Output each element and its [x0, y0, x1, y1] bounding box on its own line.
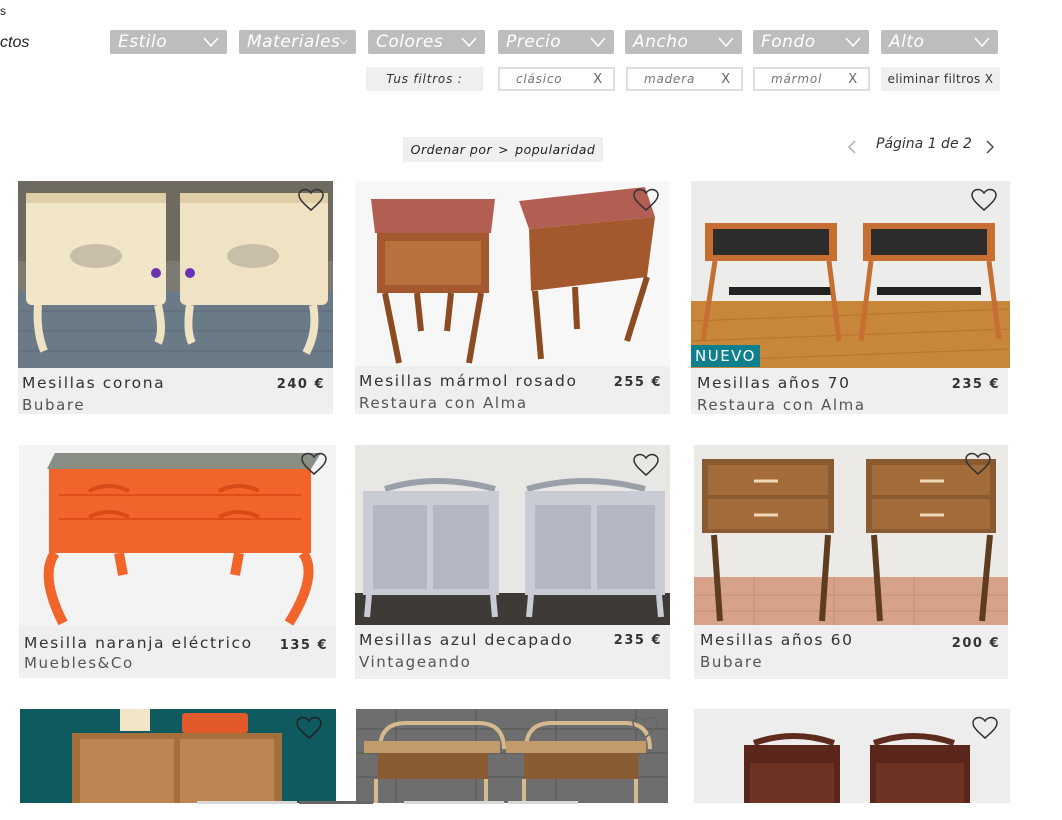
scrollbar-track[interactable] [404, 801, 504, 804]
sort-label: Ordenar por [410, 142, 493, 157]
product-info: Mesillas mármol rosado Restaura con Alma… [355, 366, 670, 414]
product-image[interactable] [19, 445, 336, 626]
product-info: Mesillas corona Bubare 240 € [18, 368, 333, 414]
product-image[interactable] [691, 181, 1010, 368]
favorite-heart-icon[interactable] [300, 452, 328, 476]
sort-value: popularidad [515, 142, 596, 157]
active-filters-label: Tus filtros : [366, 67, 483, 91]
remove-filter-icon[interactable]: X [721, 72, 731, 87]
chevron-down-icon [974, 37, 990, 48]
product-shop: Muebles&Co [24, 654, 134, 672]
filter-chip-marmol[interactable]: mármol X [753, 67, 870, 91]
product-shop: Bubare [22, 396, 86, 414]
product-price: 135 € [279, 638, 328, 653]
chevron-down-icon [461, 37, 477, 48]
product-card[interactable]: Mesillas años 60 Bubare 200 € [694, 445, 1008, 679]
sort-separator: > [498, 142, 510, 157]
product-card[interactable] [20, 709, 336, 803]
chevron-down-icon [340, 39, 348, 45]
filter-chip-clasico[interactable]: clásico X [498, 67, 615, 91]
product-card[interactable]: Mesilla naranja eléctrico Muebles&Co 135… [19, 445, 336, 678]
product-image[interactable] [694, 445, 1008, 625]
filter-estilo[interactable]: Estilo [110, 30, 227, 54]
product-name: Mesillas corona [22, 374, 166, 392]
chevron-down-icon [203, 37, 219, 48]
filter-ancho[interactable]: Ancho [625, 30, 742, 54]
product-card[interactable] [694, 709, 1010, 803]
product-card[interactable]: Mesillas mármol rosado Restaura con Alma… [355, 181, 670, 414]
chip-label: mármol [771, 72, 823, 86]
product-name: Mesillas años 70 [697, 374, 851, 392]
filter-label: Fondo [761, 32, 816, 52]
filter-precio[interactable]: Precio [498, 30, 614, 54]
sidebar-fragment-link[interactable]: ctos [0, 34, 29, 52]
product-name: Mesillas mármol rosado [359, 372, 578, 390]
product-info: Mesillas años 60 Bubare 200 € [694, 625, 1008, 679]
product-price: 235 € [951, 377, 1000, 392]
favorite-heart-icon[interactable] [964, 452, 992, 476]
product-image[interactable] [355, 445, 670, 625]
product-name: Mesillas años 60 [700, 631, 854, 649]
chevron-down-icon [718, 37, 734, 48]
filter-label: Colores [376, 32, 444, 52]
product-card[interactable]: NUEVO Mesillas años 70 Restaura con Alma… [691, 181, 1010, 414]
product-image[interactable] [355, 181, 670, 366]
favorite-heart-icon[interactable] [631, 716, 659, 740]
filter-label: Precio [506, 32, 562, 52]
sort-control[interactable]: Ordenar por > popularidad [403, 137, 603, 162]
chip-label: clásico [516, 72, 563, 86]
product-image[interactable] [18, 181, 333, 368]
product-price: 240 € [276, 377, 325, 392]
chevron-down-icon [590, 37, 606, 48]
chevron-down-icon [845, 37, 861, 48]
clear-filters-button[interactable]: eliminar filtros X [881, 67, 1000, 91]
favorite-heart-icon[interactable] [297, 188, 325, 212]
scrollbar-track[interactable] [197, 801, 297, 804]
new-badge: NUEVO [691, 345, 760, 367]
product-price: 255 € [613, 375, 662, 390]
filter-alto[interactable]: Alto [881, 30, 998, 54]
scrollbar-track[interactable] [508, 801, 578, 804]
favorite-heart-icon[interactable] [970, 188, 998, 212]
favorite-heart-icon[interactable] [971, 716, 999, 740]
filter-fondo[interactable]: Fondo [753, 30, 869, 54]
product-info: Mesilla naranja eléctrico Muebles&Co 135… [19, 626, 336, 678]
product-shop: Restaura con Alma [359, 394, 528, 412]
sidebar-fragment-top: s [0, 4, 6, 18]
filter-chip-madera[interactable]: madera X [626, 67, 743, 91]
product-name: Mesillas azul decapado [359, 631, 574, 649]
chip-label: madera [644, 72, 696, 86]
favorite-heart-icon[interactable] [632, 453, 660, 477]
pagination-text: Página 1 de 2 [876, 136, 972, 152]
product-name: Mesilla naranja eléctrico [24, 634, 253, 652]
product-shop: Vintageando [359, 653, 472, 671]
prev-page-icon[interactable] [846, 140, 858, 154]
product-price: 235 € [613, 633, 662, 648]
next-page-icon[interactable] [984, 140, 996, 154]
product-image[interactable] [694, 709, 1010, 803]
filter-label: Alto [889, 32, 925, 52]
product-shop: Restaura con Alma [697, 396, 866, 414]
product-price: 200 € [951, 636, 1000, 651]
favorite-heart-icon[interactable] [632, 188, 660, 212]
product-image[interactable] [20, 709, 336, 803]
remove-filter-icon[interactable]: X [848, 72, 858, 87]
remove-filter-icon[interactable]: X [593, 72, 603, 87]
scrollbar-thumb[interactable] [299, 801, 373, 804]
product-info: Mesillas años 70 Restaura con Alma 235 € [691, 368, 1008, 414]
product-card[interactable]: Mesillas azul decapado Vintageando 235 € [355, 445, 670, 679]
product-card[interactable] [356, 709, 668, 803]
favorite-heart-icon[interactable] [295, 716, 323, 740]
product-shop: Bubare [700, 653, 764, 671]
filter-materiales[interactable]: Materiales [239, 30, 356, 54]
filter-label: Ancho [633, 32, 689, 52]
filter-label: Materiales [247, 32, 341, 52]
product-card[interactable]: Mesillas corona Bubare 240 € [18, 181, 333, 414]
product-info: Mesillas azul decapado Vintageando 235 € [355, 625, 670, 679]
filter-label: Estilo [118, 32, 168, 52]
filter-colores[interactable]: Colores [368, 30, 485, 54]
product-image[interactable] [356, 709, 668, 803]
